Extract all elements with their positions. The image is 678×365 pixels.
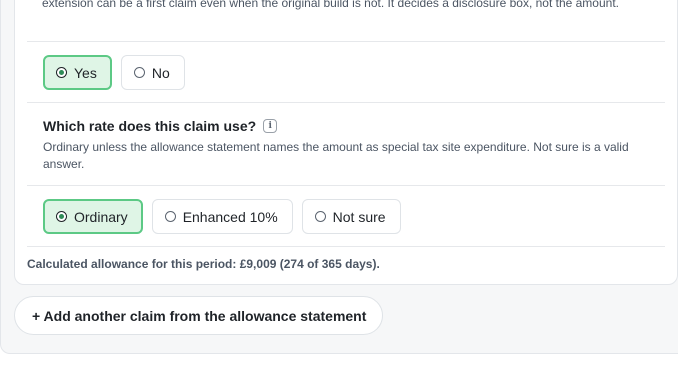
divider (27, 41, 665, 42)
option-enhanced-10[interactable]: Enhanced 10% (151, 199, 293, 234)
info-icon[interactable]: i (263, 119, 278, 133)
option-not-sure[interactable]: Not sure (301, 199, 401, 234)
radio-unselected-icon (164, 211, 176, 222)
calculated-allowance-text: Calculated allowance for this period: £9… (27, 257, 380, 271)
divider (27, 246, 665, 247)
divider (27, 102, 665, 103)
option-no[interactable]: No (120, 55, 185, 90)
divider (27, 185, 665, 186)
rate-question-title-text: Which rate does this claim use? (43, 118, 257, 134)
option-label: Yes (74, 64, 97, 81)
option-yes[interactable]: Yes (43, 55, 112, 90)
rate-options: Ordinary Enhanced 10% Not sure (43, 199, 401, 234)
first-claim-help-text: extension can be a first claim even when… (42, 0, 619, 10)
first-claim-options: Yes No (43, 55, 185, 90)
option-label: Enhanced 10% (182, 208, 278, 225)
radio-unselected-icon (314, 211, 326, 222)
option-label: Not sure (332, 208, 386, 225)
radio-selected-icon (56, 67, 67, 78)
option-label: No (151, 64, 170, 81)
radio-selected-icon (56, 211, 67, 222)
option-ordinary[interactable]: Ordinary (43, 199, 143, 234)
add-another-claim-button[interactable]: + Add another claim from the allowance s… (14, 296, 384, 335)
rate-question-title: Which rate does this claim use? i (43, 118, 278, 134)
radio-unselected-icon (133, 67, 145, 78)
rate-question-help-text: Ordinary unless the allowance statement … (43, 140, 629, 171)
option-label: Ordinary (74, 208, 128, 225)
